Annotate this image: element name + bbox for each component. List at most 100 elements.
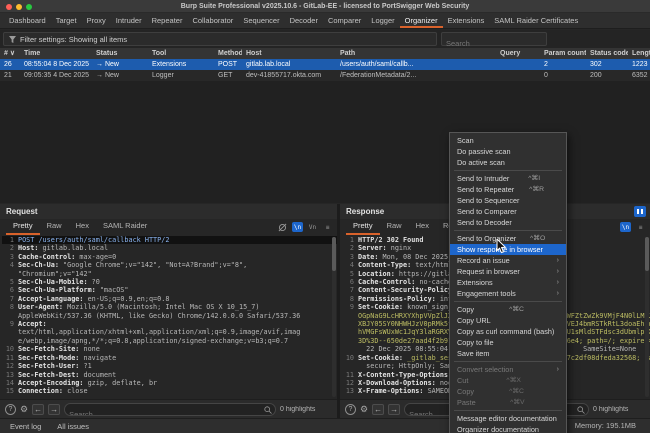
table-column-header[interactable]: Path [336,48,496,59]
context-menu-item[interactable]: Extensions › [450,277,566,288]
submenu-arrow-icon: › [557,364,559,375]
main-tab[interactable]: Intruder [111,13,147,28]
all-issues-tab[interactable]: All issues [57,422,89,431]
main-tab[interactable]: Collaborator [187,13,238,28]
context-menu-item[interactable]: Send to Repeater ^⌘R [450,184,566,195]
next-match-icon[interactable]: → [48,404,60,415]
table-column-header[interactable]: Param count [540,48,586,59]
table-column-header[interactable]: Length [628,48,650,59]
search-icon [264,406,272,414]
table-body: 2608:55:04 8 Dec 2025→ New ExtensionsPOS… [0,59,650,81]
main-tab[interactable]: Comparer [323,13,366,28]
prev-match-icon[interactable]: ← [32,404,44,415]
context-menu-item[interactable]: Copy ^⌘C [450,304,566,315]
menu-separator [454,170,562,171]
context-menu-item[interactable]: Send to Sequencer [450,195,566,206]
context-menu-item[interactable]: Show response in browser [450,244,566,255]
context-menu-item[interactable]: Copy to file [450,337,566,348]
context-menu-item[interactable]: Message editor documentation [450,413,566,424]
help-icon[interactable]: ? [345,404,356,415]
main-tab[interactable]: Repeater [147,13,188,28]
request-scrollbar[interactable] [332,237,336,397]
request-subtab[interactable]: Hex [69,219,96,235]
table-row[interactable]: 2608:55:04 8 Dec 2025→ New ExtensionsPOS… [0,59,650,70]
request-panel: Request PrettyRawHexSAML Raider \n Vn ≡ [0,204,337,418]
context-menu-item[interactable]: Paste ^⌘V [450,397,566,408]
main-tab[interactable]: Decoder [285,13,323,28]
request-search-input[interactable] [65,409,275,416]
response-scrollbar[interactable] [645,237,649,397]
context-menu-item[interactable]: Send to Organizer ^⌘O [450,233,566,244]
table-column-header[interactable]: Status [92,48,148,59]
filter-settings-button[interactable]: Filter settings: Showing all items [3,32,437,46]
table-column-header[interactable]: Tool [148,48,214,59]
help-icon[interactable]: ? [5,404,16,415]
line-number: 12 [2,362,14,370]
context-menu-item[interactable]: Copy as curl command (bash) [450,326,566,337]
main-tab[interactable]: Sequencer [238,13,284,28]
context-menu-item[interactable]: Send to Decoder [450,217,566,228]
main-tab[interactable]: Organizer [400,13,443,28]
request-line: text/html,application/xhtml+xml,applicat… [2,328,337,336]
main-tab[interactable]: Dashboard [4,13,51,28]
context-menu-item[interactable]: Convert selection › [450,364,566,375]
context-menu-item[interactable]: Record an issue › [450,255,566,266]
response-subtab[interactable]: Hex [409,219,436,235]
mouse-cursor-icon [496,239,507,254]
context-menu-item[interactable]: Organizer documentation [450,424,566,433]
line-number: 1 [2,236,14,244]
newline-toggle-icon[interactable]: \n [292,222,303,232]
main-tab[interactable]: Logger [366,13,399,28]
request-subtab[interactable]: SAML Raider [96,219,154,235]
vn-toggle-icon[interactable]: Vn [307,222,318,232]
main-tab[interactable]: Extensions [443,13,490,28]
line-number: 11 [342,371,354,379]
menu-separator [454,301,562,302]
line-number: 13 [2,371,14,379]
response-subtab[interactable]: Pretty [346,219,380,235]
request-line: 11Sec-Fetch-Mode: navigate [2,354,337,362]
request-line: 5Sec-Ch-Ua-Mobile: ?0 [2,278,337,286]
table-column-header[interactable]: Query [496,48,540,59]
context-menu-item[interactable]: Engagement tools › [450,288,566,299]
table-column-header[interactable]: Method [214,48,242,59]
context-menu-item[interactable]: Do active scan [450,157,566,168]
context-menu-item[interactable]: Scan [450,135,566,146]
context-menu-item[interactable]: Send to Intruder ^⌘I [450,173,566,184]
context-menu-item[interactable]: Do passive scan [450,146,566,157]
request-subtab[interactable]: Raw [40,219,69,235]
context-menu-item[interactable]: Cut ^⌘X [450,375,566,386]
table-column-header[interactable]: Status code [586,48,628,59]
request-subtab[interactable]: Pretty [6,219,40,235]
table-column-header[interactable]: Host [242,48,336,59]
request-line: 1POST /users/auth/saml/callback HTTP/2 [2,236,337,244]
hide-nonprintable-icon[interactable] [277,222,288,232]
editor-menu-icon[interactable]: ≡ [322,222,333,232]
gear-icon[interactable]: ⚙ [20,404,28,415]
next-match-icon[interactable]: → [388,404,400,415]
request-panel-title: Request [0,204,337,219]
response-subtab[interactable]: Raw [380,219,409,235]
line-number: 5 [2,278,14,286]
editor-menu-icon[interactable]: ≡ [635,222,646,232]
line-number: 1 [342,236,354,244]
main-tab[interactable]: SAML Raider Certificates [489,13,583,28]
newline-toggle-icon[interactable]: \n [620,222,631,232]
request-editor[interactable]: 1POST /users/auth/saml/callback HTTP/2 2… [0,235,337,399]
prev-match-icon[interactable]: ← [372,404,384,415]
line-number: 7 [2,295,14,303]
table-column-header[interactable]: Time [20,48,92,59]
request-subtab-list: PrettyRawHexSAML Raider [6,219,154,235]
table-column-header[interactable]: # ∨ [0,48,20,59]
context-menu-item[interactable]: Save item [450,348,566,359]
context-menu-item[interactable]: Request in browser › [450,266,566,277]
context-menu-item[interactable]: Send to Comparer [450,206,566,217]
maximize-panel-icon[interactable] [634,206,646,217]
context-menu-item[interactable]: Copy URL [450,315,566,326]
main-tab[interactable]: Target [51,13,82,28]
context-menu-item[interactable]: Copy ^⌘C [450,386,566,397]
event-log-tab[interactable]: Event log [10,422,41,431]
gear-icon[interactable]: ⚙ [360,404,368,415]
main-tab[interactable]: Proxy [82,13,111,28]
table-row[interactable]: 2109:05:35 4 Dec 2025→ New LoggerGETdev-… [0,70,650,81]
